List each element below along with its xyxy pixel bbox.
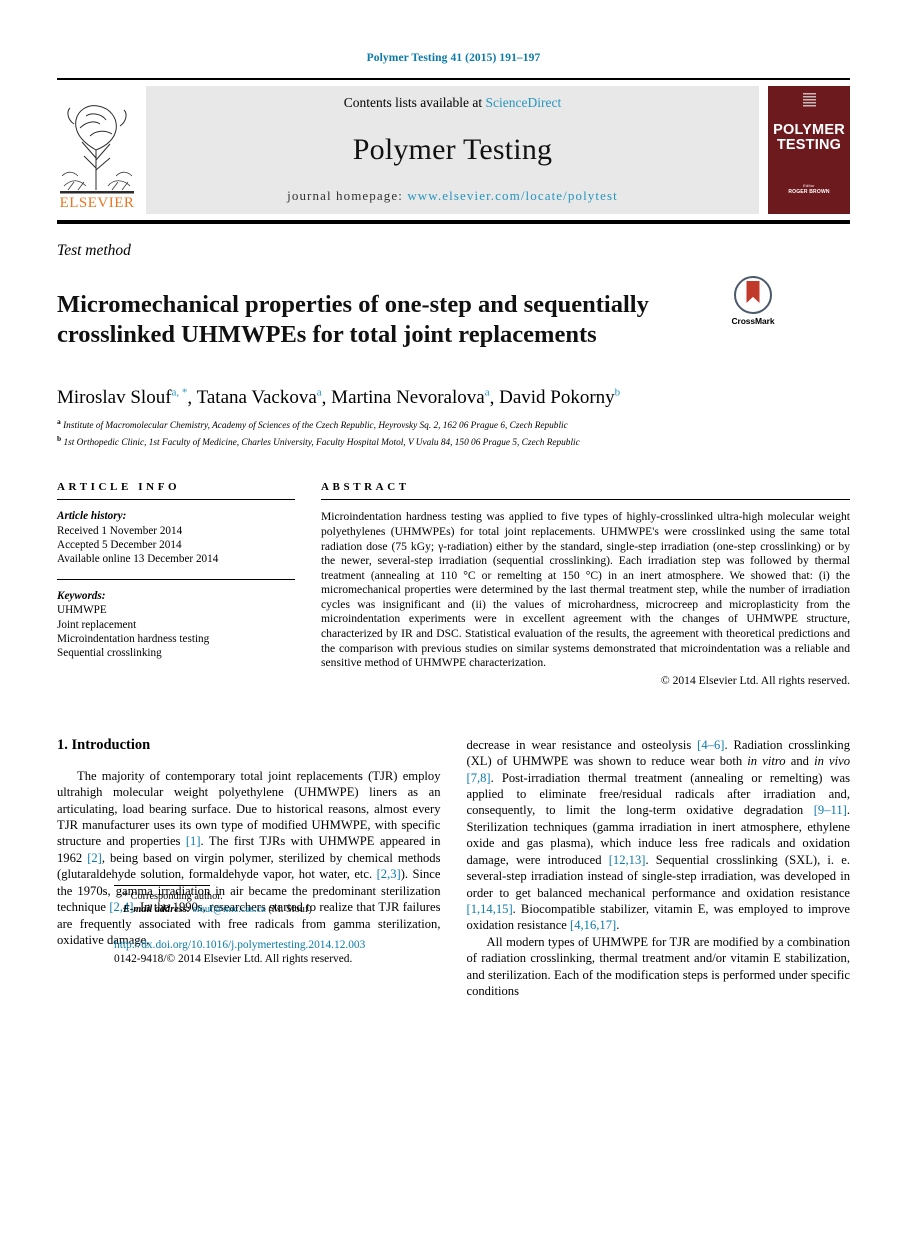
paper-page: Polymer Testing 41 (2015) 191–197 ELSEVI…	[0, 0, 907, 1238]
elsevier-wordmark: ELSEVIER	[59, 195, 135, 211]
citation-link[interactable]: [4–6]	[697, 738, 724, 752]
cover-barcode-mark	[802, 93, 816, 107]
keyword-item: Joint replacement	[57, 618, 137, 631]
author-name: Tatana Vackova	[196, 387, 317, 409]
affiliation-mark: b	[57, 433, 62, 443]
author-entry: David Pokornyb	[499, 387, 620, 408]
email-owner: (M. Slouf)	[268, 903, 312, 915]
abstract-text: Microindentation hardness testing was ap…	[321, 510, 850, 670]
author-entry: Tatana Vackovaa	[197, 387, 322, 408]
article-info-rule	[57, 499, 295, 501]
citation-link[interactable]: [2,3]	[377, 867, 401, 881]
email-link[interactable]: slouf@imc.cas.cz	[193, 904, 266, 915]
affiliation-list: a Institute of Macromolecular Chemistry,…	[57, 416, 850, 449]
citation-link[interactable]: [4,16,17]	[570, 918, 616, 932]
author-affiliation-mark[interactable]: a, *	[172, 387, 188, 399]
article-info-column: ARTICLE INFO Article history: Received 1…	[57, 481, 295, 687]
cover-editor-label: Editor	[803, 183, 815, 188]
affiliation-item: a Institute of Macromolecular Chemistry,…	[57, 416, 850, 433]
history-item: Received 1 November 2014	[57, 524, 183, 537]
footnote-email: E-mail address: slouf@imc.cas.cz (M. Slo…	[114, 903, 509, 916]
citation-link[interactable]: [1,14,15]	[467, 902, 513, 916]
section-heading-introduction: 1. Introduction	[57, 736, 151, 753]
text-run-italic: in vivo	[814, 754, 851, 769]
keyword-item: UHMWPE	[57, 604, 107, 617]
history-item: Available online 13 December 2014	[57, 552, 219, 565]
keywords-block: Keywords: UHMWPE Joint replacement Micro…	[57, 589, 295, 660]
elsevier-tree-icon	[60, 98, 134, 194]
footnote-zone: * Corresponding author. E-mail address: …	[114, 884, 509, 917]
running-head: Polymer Testing 41 (2015) 191–197	[366, 52, 541, 64]
cover-title-line2: TESTING	[776, 137, 842, 153]
text-run: decrease in wear resistance and osteolys…	[466, 737, 698, 752]
citation-link[interactable]: [1]	[186, 834, 201, 848]
cover-editor-block: Editor ROGER BROWN	[788, 183, 829, 195]
author-list: Miroslav Sloufa, *, Tatana Vackovaa, Mar…	[57, 386, 621, 409]
keywords-rule	[57, 579, 295, 581]
cover-title-line1: POLYMER	[773, 122, 845, 138]
cover-editor-name: ROGER BROWN	[788, 189, 830, 195]
article-info-heading: ARTICLE INFO	[57, 481, 181, 494]
journal-title: Polymer Testing	[352, 132, 553, 166]
affiliation-mark: a	[57, 417, 61, 427]
affiliation-text: Institute of Macromolecular Chemistry, A…	[63, 421, 568, 432]
masthead-bottom-rule	[57, 220, 850, 224]
text-run: .	[616, 918, 620, 933]
keyword-item: Microindentation hardness testing	[57, 632, 210, 645]
cover-title: POLYMER TESTING	[773, 123, 845, 153]
abstract-column: ABSTRACT Microindentation hardness testi…	[321, 481, 850, 687]
abstract-copyright: © 2014 Elsevier Ltd. All rights reserved…	[660, 673, 850, 687]
corresponding-author-text: Corresponding author.	[130, 890, 223, 902]
author-affiliation-mark: a	[484, 386, 490, 399]
text-run: . Biocompatible stabilizer, vitamin E, w…	[466, 901, 851, 933]
body-column-left: 1. Introduction The majority of contempo…	[57, 737, 441, 1000]
masthead-center-panel: Contents lists available at ScienceDirec…	[146, 86, 759, 214]
article-type: Test method	[57, 242, 131, 259]
asterisk-icon: *	[123, 890, 128, 902]
article-history-label: Article history:	[57, 510, 127, 523]
affiliation-item: b 1st Orthopedic Clinic, 1st Faculty of …	[57, 433, 850, 450]
contents-available-line: Contents lists available at ScienceDirec…	[344, 95, 561, 111]
author-name: Martina Nevoralova	[331, 387, 485, 409]
intro-paragraph-left: The majority of contemporary total joint…	[57, 768, 441, 948]
crossmark-icon	[734, 276, 772, 314]
author-entry: Martina Nevoralovaa	[331, 387, 489, 408]
journal-cover-thumbnail: POLYMER TESTING Editor ROGER BROWN	[768, 86, 850, 214]
author-affiliation-mark: a	[316, 386, 322, 399]
keyword-item: Sequential crosslinking	[57, 646, 162, 659]
author-entry: Miroslav Sloufa, *	[57, 387, 187, 408]
citation-link[interactable]: [9–11]	[814, 803, 847, 817]
contents-prefix: Contents lists available at	[343, 95, 483, 110]
abstract-rule	[321, 499, 850, 501]
footnote-rule	[114, 884, 210, 886]
author-name: David Pokorny	[499, 387, 615, 409]
crossmark-badge-group[interactable]: CrossMark	[717, 274, 789, 326]
history-item: Accepted 5 December 2014	[57, 538, 182, 551]
crossmark-label: CrossMark	[731, 316, 775, 326]
text-run: and	[785, 754, 815, 769]
author-name: Miroslav Slouf	[57, 387, 172, 409]
footnote-corresponding-author: * Corresponding author.	[114, 890, 509, 903]
keywords-label: Keywords:	[57, 590, 106, 603]
abstract-heading: ABSTRACT	[321, 481, 410, 494]
homepage-url-link[interactable]: www.elsevier.com/locate/polytest	[407, 188, 618, 203]
journal-homepage-line: journal homepage: www.elsevier.com/locat…	[287, 188, 618, 204]
article-history-block: Article history: Received 1 November 201…	[57, 509, 295, 566]
citation-link[interactable]: [12,13]	[609, 853, 646, 867]
text-run-italic: in vitro	[747, 754, 786, 769]
intro-paragraph-right-2: All modern types of UHMWPE for TJR are m…	[466, 934, 851, 998]
homepage-label: journal homepage:	[287, 188, 403, 203]
email-label: E-mail address:	[123, 903, 191, 915]
affiliation-text: 1st Orthopedic Clinic, 1st Faculty of Me…	[63, 437, 580, 448]
text-run: . Post-irradiation thermal treatment (an…	[466, 770, 851, 818]
elsevier-logo: ELSEVIER	[57, 86, 137, 214]
citation-link[interactable]: [2]	[87, 851, 102, 865]
journal-masthead: ELSEVIER Contents lists available at Sci…	[57, 78, 850, 224]
citation-link[interactable]: [7,8]	[467, 771, 491, 785]
intro-paragraph-right-1: decrease in wear resistance and osteolys…	[467, 737, 851, 934]
sciencedirect-link[interactable]: ScienceDirect	[486, 95, 562, 110]
body-column-right: decrease in wear resistance and osteolys…	[467, 737, 851, 1000]
author-affiliation-mark: b	[614, 386, 621, 399]
page-title: Micromechanical properties of one-step a…	[57, 291, 649, 349]
